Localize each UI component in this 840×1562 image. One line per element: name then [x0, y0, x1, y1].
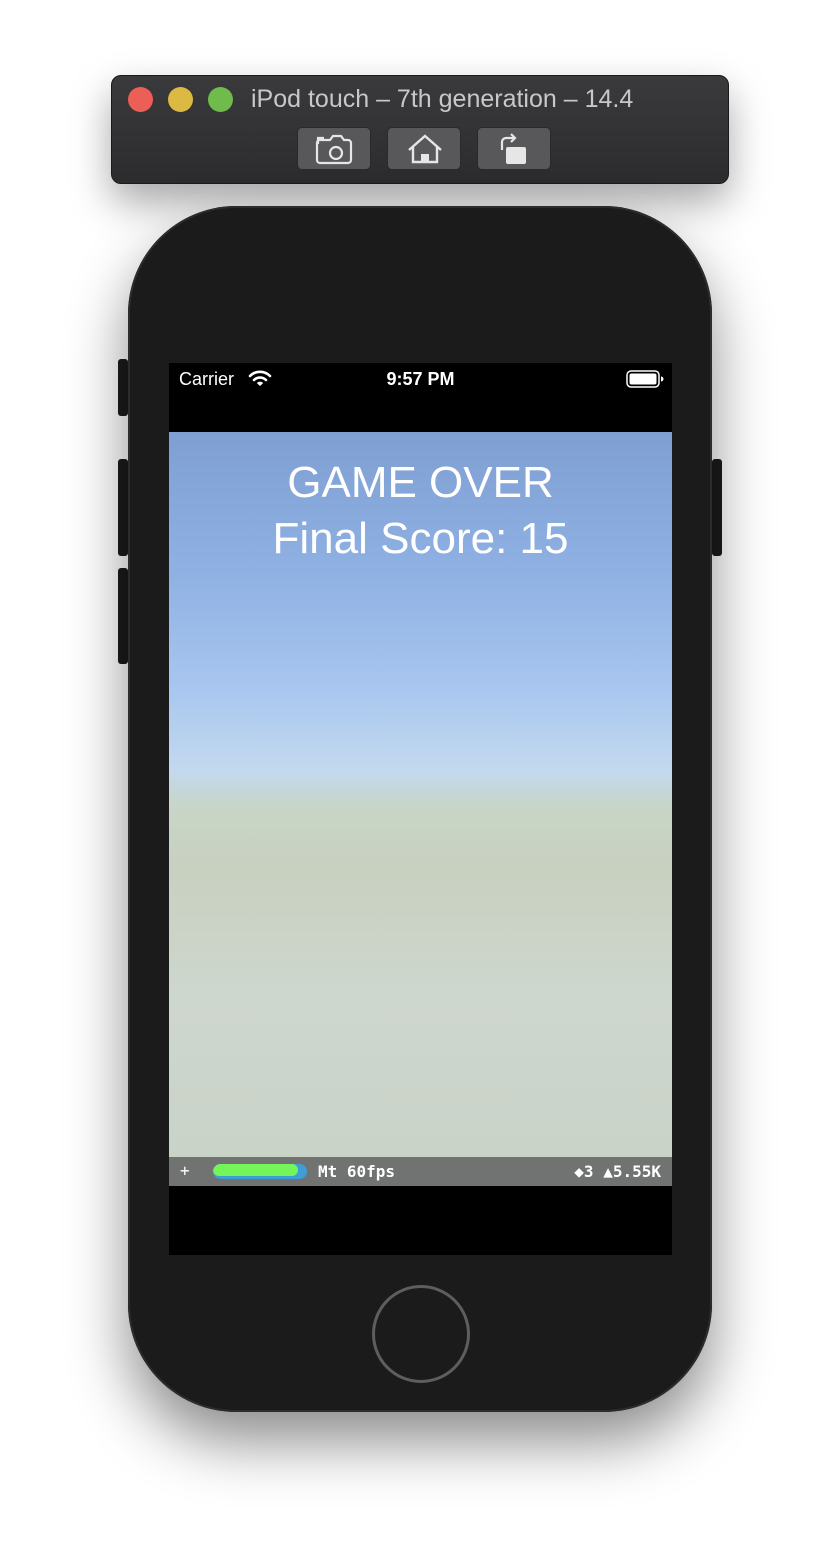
- home-button-toolbar[interactable]: [387, 127, 461, 170]
- volume-down-button: [118, 568, 128, 664]
- device-home-button[interactable]: [372, 1285, 470, 1383]
- fps-meter: [213, 1164, 307, 1179]
- status-time: 9:57 PM: [386, 369, 455, 389]
- simulator-stage: iPod touch – 7th generation – 14.4 Carri…: [0, 0, 840, 1562]
- battery-icon: [626, 370, 664, 393]
- rotate-button[interactable]: [477, 127, 551, 170]
- power-button: [712, 459, 722, 556]
- mute-switch: [118, 359, 128, 416]
- final-score-label: Final Score: 15: [272, 514, 569, 563]
- fps-meter-fill: [213, 1164, 298, 1176]
- zoom-window-button[interactable]: [208, 87, 233, 112]
- performance-overlay: + Mt 60fps ◆3 ▲5.55K: [169, 1157, 672, 1186]
- device-screen: Carrier 9:57 PM GAME OVER Final Score: 1…: [169, 363, 672, 1255]
- status-bar: Carrier 9:57 PM: [169, 363, 672, 395]
- simulator-title: iPod touch – 7th generation – 14.4: [251, 85, 634, 113]
- expand-stats-button[interactable]: +: [180, 1161, 190, 1180]
- home-icon: [408, 134, 442, 164]
- simulator-title-bar: iPod touch – 7th generation – 14.4: [111, 75, 729, 184]
- game-over-title: GAME OVER: [287, 458, 554, 507]
- close-window-button[interactable]: [128, 87, 153, 112]
- camera-icon: [315, 134, 353, 165]
- minimize-window-button[interactable]: [168, 87, 193, 112]
- game-viewport[interactable]: GAME OVER Final Score: 15: [169, 432, 672, 1186]
- volume-up-button: [118, 459, 128, 556]
- screenshot-button[interactable]: [297, 127, 371, 170]
- rotate-icon: [500, 133, 526, 164]
- scene-stats-readout: ◆3 ▲5.55K: [574, 1162, 661, 1181]
- fps-readout: Mt 60fps: [318, 1162, 396, 1181]
